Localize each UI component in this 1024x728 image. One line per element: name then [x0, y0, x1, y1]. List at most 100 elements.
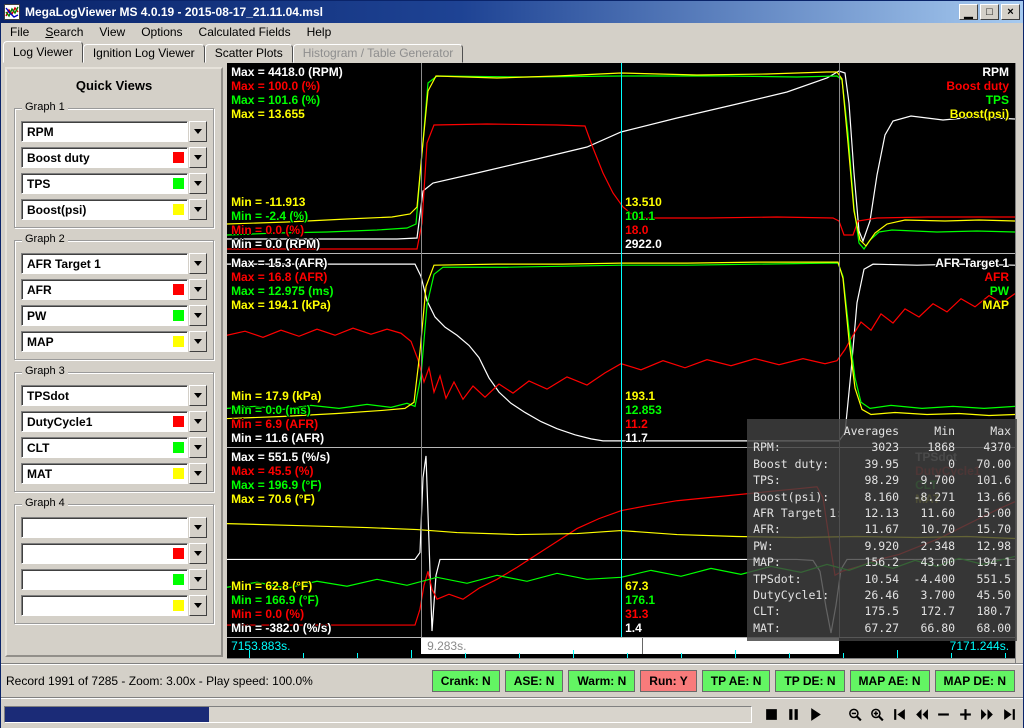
graph-3-series-2-value[interactable]: DutyCycle1	[21, 411, 188, 432]
graph-1-series-1-dropdown-button[interactable]	[189, 121, 207, 142]
graph1-min-labels-item: Min = 0.0 (RPM)	[231, 237, 320, 251]
graph-3-series-4-dropdown-button[interactable]	[189, 463, 207, 484]
stats-row-clt: CLT:175.5172.7180.7	[753, 603, 1011, 619]
graph-3-series-2-dropdown-button[interactable]	[189, 411, 207, 432]
graph-1-series-4-value[interactable]: Boost(psi)	[21, 199, 188, 220]
rewind-icon	[914, 708, 929, 721]
graph3-min-labels: Min = 62.8 (°F)Min = 166.9 (°F)Min = 0.0…	[231, 579, 331, 635]
time-tick	[519, 653, 520, 658]
graph-2-series-1-value[interactable]: AFR Target 1	[21, 253, 188, 274]
selection-start-line[interactable]	[421, 63, 422, 637]
graph-4-series-4-value[interactable]	[21, 595, 188, 616]
graph-2-series-3-dropdown-button[interactable]	[189, 305, 207, 326]
graph-3-series-4-value[interactable]: MAT	[21, 463, 188, 484]
playback-toolbar	[1, 698, 1023, 728]
tab-scatter-plots[interactable]: Scatter Plots	[205, 44, 293, 63]
graph-4-series-2-value[interactable]	[21, 543, 188, 564]
group-label-graph-3: Graph 3	[22, 365, 68, 377]
cursor-line[interactable]	[621, 63, 622, 637]
graph-3-series-1-value[interactable]: TPSdot	[21, 385, 188, 406]
play-button[interactable]	[804, 702, 826, 726]
graph-1-series-2-dropdown-button[interactable]	[189, 147, 207, 168]
rewind-button[interactable]	[910, 702, 932, 726]
series-name-text: MAT	[27, 467, 171, 481]
graph-4-series-4-dropdown-button[interactable]	[189, 595, 207, 616]
main-area: Quick Views Graph 1RPMBoost dutyTPSBoost…	[1, 63, 1023, 663]
stats-row-name: PW:	[753, 538, 839, 554]
fast-forward-icon	[980, 708, 995, 721]
skip-end-icon	[1002, 708, 1017, 721]
fast-forward-button[interactable]	[976, 702, 998, 726]
graph-3-series-1-dropdown-button[interactable]	[189, 385, 207, 406]
graph1-min-labels-item: Min = -2.4 (%)	[231, 209, 320, 223]
menu-item-file[interactable]: File	[2, 24, 37, 40]
graph-4-series-1-value[interactable]	[21, 517, 188, 538]
graph-4-series-2-dropdown-button[interactable]	[189, 543, 207, 564]
graph-3-series-3-value[interactable]: CLT	[21, 437, 188, 458]
graph-1-series-4-dropdown-button[interactable]	[189, 199, 207, 220]
graph-2-series-4-dropdown-button[interactable]	[189, 331, 207, 352]
graph-2-series-2-dropdown-button[interactable]	[189, 279, 207, 300]
maximize-button[interactable]: □	[980, 4, 999, 20]
graph3-cursor-values: 67.3176.131.31.4	[625, 579, 655, 635]
tab-log-viewer[interactable]: Log Viewer	[3, 41, 83, 63]
graph-3-series-3-dropdown-button[interactable]	[189, 437, 207, 458]
menu-item-calculated-fields[interactable]: Calculated Fields	[191, 24, 299, 40]
minimize-button[interactable]: ▁	[959, 4, 978, 20]
minus-button[interactable]	[932, 702, 954, 726]
graph1-max-labels-item: Max = 101.6 (%)	[231, 93, 343, 107]
group-graph-2: Graph 2AFR Target 1AFRPWMAP	[14, 240, 214, 360]
zoom-out-button[interactable]	[844, 702, 866, 726]
menu-item-help[interactable]: Help	[299, 24, 340, 40]
skip-start-button[interactable]	[888, 702, 910, 726]
stats-header-averages: Averages	[839, 423, 899, 439]
graph-1-series-3-dropdown-button[interactable]	[189, 173, 207, 194]
graph-1-series-2-value[interactable]: Boost duty	[21, 147, 188, 168]
record-progress-bar[interactable]	[4, 706, 752, 723]
graph1-max-labels: Max = 4418.0 (RPM)Max = 100.0 (%)Max = 1…	[231, 65, 343, 121]
status-badge-crank: Crank: N	[432, 670, 500, 692]
menu-item-view[interactable]: View	[91, 24, 133, 40]
plus-button[interactable]	[954, 702, 976, 726]
stop-icon	[764, 708, 779, 721]
tab-ignition-log-viewer[interactable]: Ignition Log Viewer	[83, 44, 205, 63]
time-tick	[681, 653, 682, 658]
menu-item-search[interactable]: Search	[37, 24, 91, 40]
close-button[interactable]: ×	[1001, 4, 1020, 20]
graph-2-series-1-dropdown-button[interactable]	[189, 253, 207, 274]
engine-status-badges: Crank: NASE: NWarm: NRun: YTP AE: NTP DE…	[432, 670, 1015, 692]
stop-button[interactable]	[760, 702, 782, 726]
status-badge-map-ae: MAP AE: N	[850, 670, 930, 692]
stats-row-name: Boost(psi):	[753, 489, 839, 505]
stats-row-name: DutyCycle1:	[753, 587, 839, 603]
graph-4-series-3-value[interactable]	[21, 569, 188, 590]
menu-item-options[interactable]: Options	[133, 24, 190, 40]
series-color-chip	[173, 442, 184, 453]
graph2-min-labels-item: Min = 17.9 (kPa)	[231, 389, 324, 403]
graph3-min-labels-item: Min = -382.0 (%/s)	[231, 621, 331, 635]
skip-end-button[interactable]	[998, 702, 1020, 726]
graph-2-series-1-combo: AFR Target 1	[21, 253, 207, 274]
stats-row-value: 11.67	[839, 521, 899, 537]
chevron-down-icon	[194, 445, 202, 450]
zoom-in-button[interactable]	[866, 702, 888, 726]
stats-row-value: 43.00	[899, 554, 955, 570]
stats-row-rpm: RPM:302318684370	[753, 439, 1011, 455]
time-position-marker[interactable]	[642, 638, 643, 654]
series-color-chip	[173, 468, 184, 479]
stats-header-max: Max	[955, 423, 1011, 439]
menu-bar: FileSearchViewOptionsCalculated FieldsHe…	[1, 23, 1023, 41]
graph-4-series-1-dropdown-button[interactable]	[189, 517, 207, 538]
graph-4-series-3-dropdown-button[interactable]	[189, 569, 207, 590]
graph-2-series-3-value[interactable]: PW	[21, 305, 188, 326]
graph-2-series-4-value[interactable]: MAP	[21, 331, 188, 352]
graph-1-series-3-value[interactable]: TPS	[21, 173, 188, 194]
stats-row-name: MAP:	[753, 554, 839, 570]
graph-1-series-1-value[interactable]: RPM	[21, 121, 188, 142]
graph-2-series-2-value[interactable]: AFR	[21, 279, 188, 300]
stats-row-value: 551.5	[955, 571, 1011, 587]
stats-row-tpsdot: TPSdot:10.54-4.400551.5	[753, 571, 1011, 587]
group-graph-1: Graph 1RPMBoost dutyTPSBoost(psi)	[14, 108, 214, 228]
pause-button[interactable]	[782, 702, 804, 726]
stats-row-map: MAP:156.243.00194.1	[753, 554, 1011, 570]
